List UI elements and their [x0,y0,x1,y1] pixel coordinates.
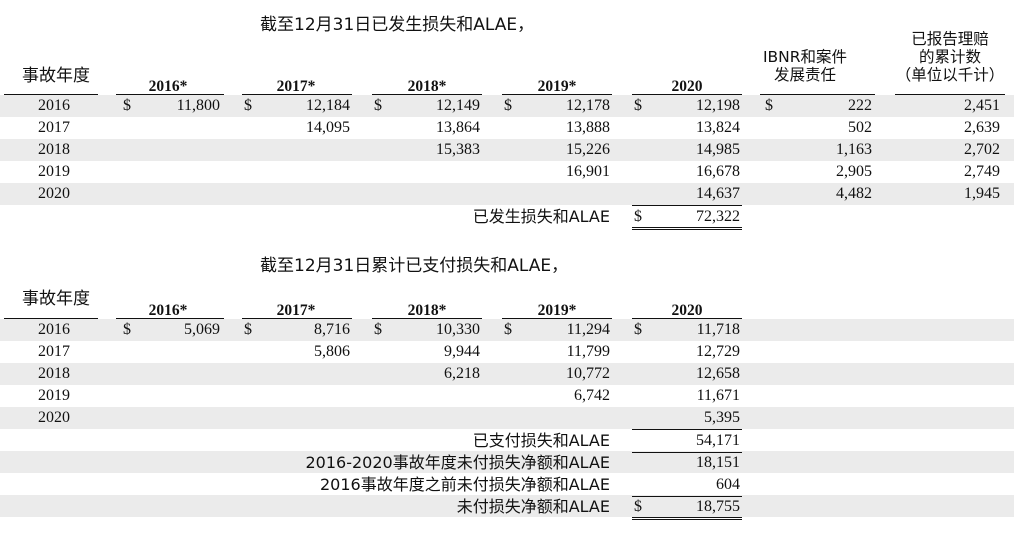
incurred-value-cell: 14,095 [306,119,350,136]
incurred-value-cell: 14,985 [696,141,740,158]
summary-value: 604 [716,476,740,493]
paid-ay-header: 事故年度 [22,289,90,309]
paid-summary-rule [632,452,742,453]
incurred-value-cell: 15,226 [566,141,610,158]
paid-value-cell: 10,772 [566,365,610,382]
summary-label: 未付损失净额和ALAE [456,497,610,516]
paid-value-cell: 11,294 [566,321,610,338]
incurred-header-2018: 2018* [407,78,447,95]
ibnr-value-cell: 1,163 [836,141,872,158]
ibnr-value-cell: 222 [848,97,872,114]
incurred-total-value: 72,322 [696,208,740,225]
accident-year-cell: 2017 [38,119,70,136]
claims-count-cell: 2,639 [964,119,1000,136]
summary-value: 54,171 [696,432,740,449]
accident-year-cell: 2016 [38,97,70,114]
incurred-value-cell: 16,901 [566,163,610,180]
incurred-total-double-rule [632,227,742,230]
paid-subtotal-rule [632,429,742,430]
incurred-value-cell: 12,149 [436,97,480,114]
claims-header-line3: （单位以千计） [895,66,1005,84]
paid-title: 截至12月31日累计已支付损失和ALAE， [260,256,569,276]
incurred-value-cell: 12,178 [566,97,610,114]
paid-value-cell: 11,718 [696,321,740,338]
ibnr-header-line1: IBNR和案件 [762,48,848,66]
paid-net-double-rule [632,517,742,520]
paid-row-band [0,363,1014,385]
incurred-total-label: 已发生损失和ALAE [472,207,610,226]
paid-value-cell: 6,742 [574,387,610,404]
paid-value-cell: 9,944 [444,343,480,360]
paid-value-cell: 6,218 [444,365,480,382]
incurred-value-cell: 11,800 [176,97,220,114]
accident-year-cell: 2016 [38,321,70,338]
paid-header-2016: 2016* [148,302,188,319]
summary-label: 2016事故年度之前未付损失净额和ALAE [319,475,610,494]
claims-header-line1: 已报告理赔 [911,30,989,48]
claims-count-cell: 1,945 [964,185,1000,202]
paid-value-cell: 12,658 [696,365,740,382]
paid-value-cell: 10,330 [436,321,480,338]
summary-label: 2016-2020事故年度未付损失净额和ALAE [305,453,611,472]
accident-year-cell: 2017 [38,343,70,360]
paid-value-cell: 12,729 [696,343,740,360]
ibnr-value-cell: 502 [848,119,872,136]
paid-header-2018: 2018* [407,302,447,319]
paid-header-2020: 2020 [671,302,703,319]
incurred-value-cell: 12,198 [696,97,740,114]
incurred-header-2016: 2016* [148,78,188,95]
incurred-value-cell: 13,888 [566,119,610,136]
ibnr-header-line2: 发展责任 [773,66,836,84]
incurred-value-cell: 13,824 [696,119,740,136]
summary-value: 18,151 [696,454,740,471]
claims-header-line2: 的累计数 [918,48,981,66]
paid-value-cell: 5,395 [704,409,740,426]
incurred-header-2017: 2017* [276,78,316,95]
incurred-value-cell: 15,383 [436,141,480,158]
incurred-value-cell: 13,864 [436,119,480,136]
accident-year-cell: 2018 [38,141,70,158]
incurred-header-2020: 2020 [671,78,703,95]
incurred-value-cell: 16,678 [696,163,740,180]
accident-year-cell: 2020 [38,409,70,426]
paid-row-band [0,407,1014,429]
paid-value-cell: 11,799 [566,343,610,360]
claims-count-cell: 2,451 [964,97,1000,114]
summary-value: 18,755 [696,498,740,515]
accident-year-cell: 2020 [38,185,70,202]
incurred-subtotal-rule [632,205,742,206]
incurred-ay-header: 事故年度 [22,66,90,86]
incurred-header-2019: 2019* [537,78,577,95]
claims-count-cell: 2,749 [964,163,1000,180]
incurred-value-cell: 14,637 [696,185,740,202]
summary-label: 已支付损失和ALAE [472,431,610,450]
paid-value-cell: 5,069 [184,321,220,338]
accident-year-cell: 2019 [38,387,70,404]
accident-year-cell: 2018 [38,365,70,382]
ibnr-value-cell: 4,482 [836,185,872,202]
ibnr-value-cell: 2,905 [836,163,872,180]
incurred-value-cell: 12,184 [306,97,350,114]
paid-value-cell: 11,671 [696,387,740,404]
paid-value-cell: 5,806 [314,343,350,360]
paid-value-cell: 8,716 [314,321,350,338]
paid-header-2019: 2019* [537,302,577,319]
incurred-title: 截至12月31日已发生损失和ALAE， [260,15,535,35]
paid-net-rule [632,496,742,497]
claims-count-cell: 2,702 [964,141,1000,158]
accident-year-cell: 2019 [38,163,70,180]
paid-header-2017: 2017* [276,302,316,319]
